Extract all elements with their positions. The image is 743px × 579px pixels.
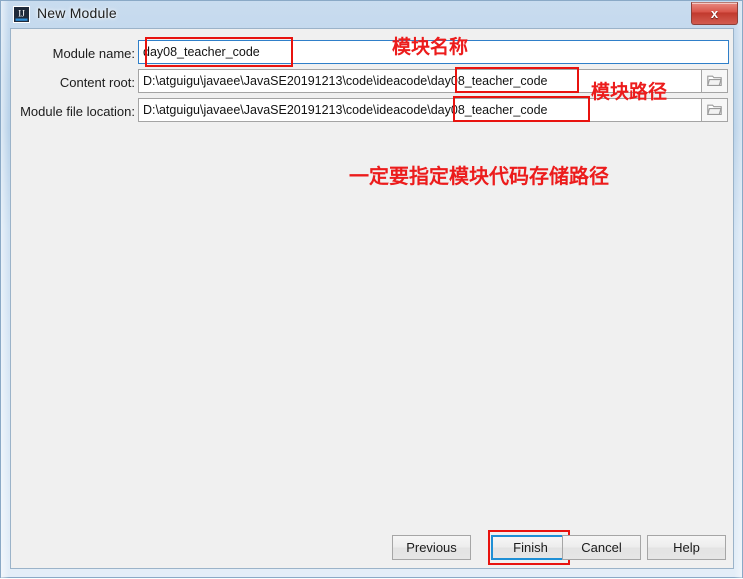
annotation-text-storage-path-note: 一定要指定模块代码存储路径 xyxy=(349,164,609,188)
finish-button[interactable]: Finish xyxy=(491,535,570,560)
help-button[interactable]: Help xyxy=(647,535,726,560)
window-frame-right-edge xyxy=(734,1,742,579)
close-icon: x xyxy=(710,6,719,21)
module-name-label: Module name: xyxy=(52,46,135,61)
folder-icon xyxy=(702,70,727,92)
title-bar[interactable]: IJ New Module x xyxy=(1,1,742,28)
folder-icon xyxy=(702,99,727,121)
new-module-dialog-window: IJ New Module x Module name: day08_teach… xyxy=(0,0,743,579)
dialog-client-area: Module name: day08_teacher_code Content … xyxy=(10,28,734,569)
close-button[interactable]: x xyxy=(691,2,738,25)
window-title: New Module xyxy=(37,5,117,21)
window-frame-left-edge xyxy=(1,1,9,579)
cancel-button[interactable]: Cancel xyxy=(562,535,641,560)
content-root-browse-button[interactable] xyxy=(702,69,728,93)
annotation-text-module-path: 模块路径 xyxy=(591,81,668,103)
annotation-text-module-name: 模块名称 xyxy=(392,36,469,58)
intellij-idea-icon: IJ xyxy=(13,6,30,23)
svg-text:IJ: IJ xyxy=(18,10,25,20)
previous-button[interactable]: Previous xyxy=(392,535,471,560)
module-file-location-label: Module file location: xyxy=(20,104,135,119)
module-file-location-browse-button[interactable] xyxy=(702,98,728,122)
content-root-label: Content root: xyxy=(59,75,135,90)
